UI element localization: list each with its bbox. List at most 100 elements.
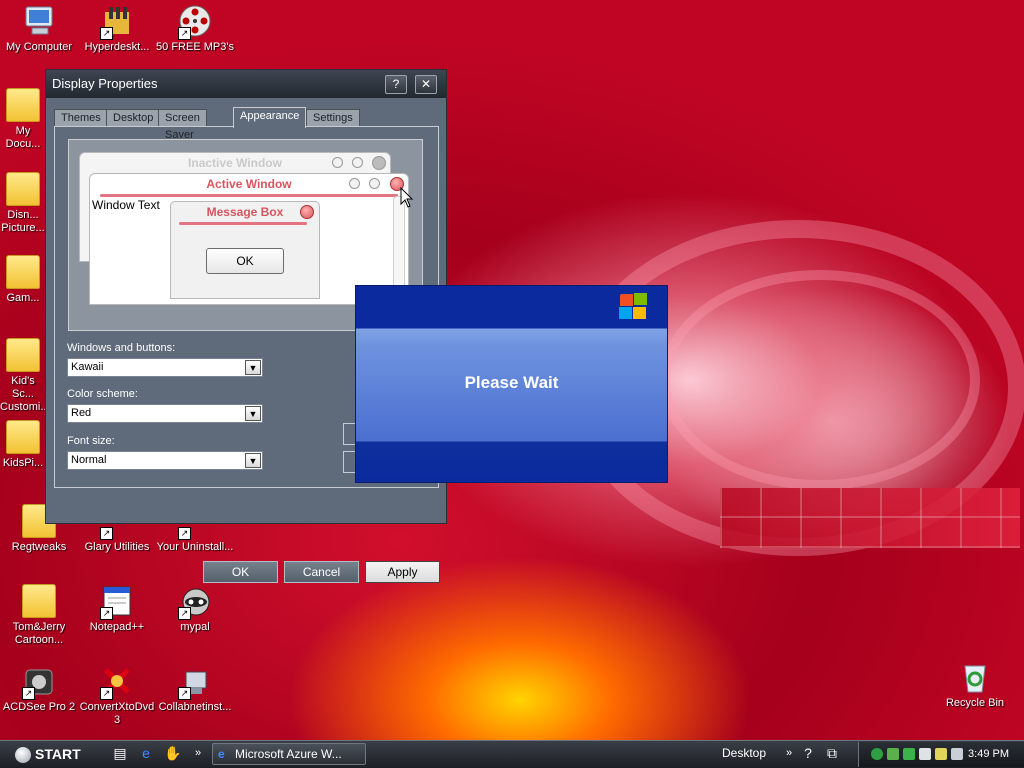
maximize-icon [352, 157, 363, 168]
desktop-icon-acdsee[interactable]: ↗ ACDSee Pro 2 [0, 664, 78, 714]
desktop-icon-label: Notepad++ [89, 621, 145, 633]
close-icon [300, 205, 314, 219]
cancel-button[interactable]: Cancel [284, 561, 359, 583]
please-wait-dialog: Please Wait [355, 285, 668, 483]
desktop-icon-label: Recycle Bin [945, 697, 1005, 709]
tab-desktop[interactable]: Desktop [106, 109, 161, 127]
tray-network-icon[interactable] [903, 748, 915, 760]
preview-active-accent [100, 194, 398, 197]
apply-button[interactable]: Apply [365, 561, 440, 583]
desktop-icon-my-computer[interactable]: My Computer [0, 4, 78, 54]
shortcut-arrow-icon: ↗ [22, 687, 35, 700]
desktop-icon-label: KidsPi... [2, 457, 44, 469]
chevron-down-icon[interactable]: ▼ [245, 406, 261, 421]
tray-wand-icon[interactable] [935, 748, 947, 760]
show-desktop-icon[interactable]: ▤ [112, 745, 128, 761]
chevron-down-icon[interactable]: ▼ [245, 360, 261, 375]
desktop-icon-label: ACDSee Pro 2 [2, 701, 76, 713]
desktop-icon-convertxtodvd[interactable]: ↗ ConvertXtoDvd 3 [78, 664, 156, 727]
preview-ok-button: OK [206, 248, 284, 274]
minimize-icon [349, 178, 360, 189]
help-button[interactable]: ? [385, 75, 407, 94]
preview-message-accent [179, 222, 307, 225]
minimize-icon [332, 157, 343, 168]
desktop-icon-label: Gam... [6, 292, 40, 304]
desktop-icon-collabnet[interactable]: ↗ Collabnetinst... [156, 664, 234, 714]
desktop-icon-50-free-mp3s[interactable]: ↗ 50 FREE MP3's [156, 4, 234, 54]
tab-settings[interactable]: Settings [306, 109, 360, 127]
windows-buttons-select[interactable]: Kawaii ▼ [67, 358, 263, 377]
tray-app-icon[interactable] [871, 748, 883, 760]
tray-volume-icon[interactable] [951, 748, 963, 760]
font-size-select[interactable]: Normal ▼ [67, 451, 263, 470]
desktop-icon-recycle-bin[interactable]: Recycle Bin [936, 660, 1014, 710]
acdsee-icon: ↗ [22, 664, 56, 700]
desktop-icon-label: 50 FREE MP3's [156, 41, 234, 53]
taskbar: START ▤ e ✋ » e Microsoft Azure W... Des… [0, 740, 1024, 768]
windows-logo-icon [619, 293, 649, 321]
desktop-icon-my-documents[interactable]: My Docu... [0, 88, 46, 151]
preview-message-title: Message Box [206, 205, 284, 219]
tab-screen-saver[interactable]: Screen Saver [158, 109, 207, 141]
folder-icon [22, 584, 56, 618]
dialog-titlebar[interactable]: Display Properties ? ✕ [46, 70, 446, 98]
tab-appearance[interactable]: Appearance [233, 107, 307, 128]
preview-active-title: Active Window [206, 177, 292, 191]
quick-launch-app-icon[interactable]: ✋ [164, 745, 181, 761]
taskbar-item-label: Microsoft Azure W... [235, 747, 342, 761]
mouse-pointer-icon [400, 187, 414, 208]
preview-inactive-title: Inactive Window [188, 156, 282, 170]
taskbar-item-azure[interactable]: e Microsoft Azure W... [212, 743, 366, 765]
desktop-icon-label: mypal [180, 621, 210, 633]
close-button[interactable]: ✕ [415, 75, 437, 94]
folder-icon [6, 255, 40, 289]
folder-icon [6, 172, 40, 206]
windows-buttons-label: Windows and buttons: [67, 342, 176, 354]
desktop-icon-notepad-plus-plus[interactable]: ↗ Notepad++ [78, 584, 156, 634]
internet-explorer-icon[interactable]: e [138, 745, 154, 761]
taskbar-clock[interactable]: 3:49 PM [968, 748, 1009, 760]
desktop-icon-label: Hyperdeskt... [84, 41, 150, 53]
desktop-icon-label: Regtweaks [11, 541, 67, 553]
desktop-icon-kids-screen[interactable]: Kid's Sc... Customi... [0, 338, 46, 414]
shortcut-arrow-icon: ↗ [178, 687, 191, 700]
wallpaper-grid [720, 488, 1020, 548]
ok-button[interactable]: OK [203, 561, 278, 583]
desktop-icon-disney-pictures[interactable]: Disn... Picture... [0, 172, 46, 235]
folder-icon [6, 420, 40, 454]
dialog-title: Display Properties [52, 76, 158, 91]
installer-icon: ↗ [178, 664, 212, 700]
shortcut-arrow-icon: ↗ [100, 607, 113, 620]
shortcut-arrow-icon: ↗ [178, 527, 191, 540]
desktop-icon-label: My Computer [5, 41, 73, 53]
chevron-down-icon[interactable]: ▼ [245, 453, 261, 468]
please-wait-text: Please Wait [464, 373, 559, 392]
quick-launch-chevron[interactable]: » [190, 745, 206, 761]
folder-icon [6, 88, 40, 122]
desktop-icon-tom-jerry[interactable]: Tom&Jerry Cartoon... [0, 584, 78, 647]
desktop-icon-mypal[interactable]: ↗ mypal [156, 584, 234, 634]
desktop-icon-games[interactable]: Gam... [0, 255, 46, 305]
desktop-icon-label: Glary Utilities [84, 541, 150, 553]
internet-explorer-icon: e [218, 747, 225, 761]
start-button[interactable]: START [5, 743, 91, 765]
help-icon[interactable]: ? [800, 745, 816, 761]
desktop-icon-kidspix[interactable]: KidsPi... [0, 420, 46, 470]
font-size-label: Font size: [67, 435, 115, 447]
close-icon [372, 156, 386, 170]
color-scheme-label: Color scheme: [67, 388, 138, 400]
tab-themes[interactable]: Themes [54, 109, 108, 127]
window-restore-icon[interactable]: ⧉ [824, 745, 840, 761]
desktop-icon-hyperdesk[interactable]: ↗ Hyperdeskt... [78, 4, 156, 54]
computer-icon [22, 4, 56, 38]
color-scheme-value: Red [71, 407, 92, 419]
tray-app-icon[interactable] [919, 748, 931, 760]
tray-app-icon[interactable] [887, 748, 899, 760]
start-orb-icon [15, 747, 31, 764]
desktop-toolbar-chevron[interactable]: » [781, 745, 797, 761]
color-scheme-select[interactable]: Red ▼ [67, 404, 263, 423]
desktop-icon-label: Your Uninstall... [156, 541, 234, 553]
desktop-toolbar-label[interactable]: Desktop [722, 746, 766, 760]
desktop-icon-label: Kid's Sc... Customi... [0, 375, 46, 413]
windows-buttons-value: Kawaii [71, 361, 104, 373]
